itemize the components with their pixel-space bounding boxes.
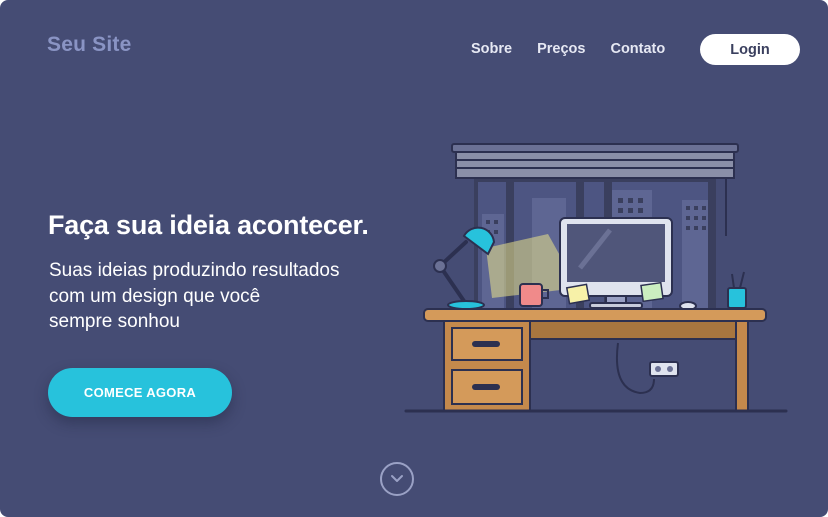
desk [404, 308, 788, 413]
login-button[interactable]: Login [700, 34, 800, 65]
landing-page: Seu Site Sobre Preços Contato Login Faça… [0, 0, 828, 517]
cta-button[interactable]: COMECE AGORA [48, 368, 232, 417]
hero-subtitle-line: Suas ideias produzindo resultados [49, 260, 340, 281]
nav-link-sobre[interactable]: Sobre [471, 41, 512, 57]
site-logo[interactable]: Seu Site [47, 33, 131, 57]
scroll-down-button[interactable] [380, 462, 414, 496]
nav-link-precos[interactable]: Preços [537, 41, 585, 57]
hero-title: Faça sua ideia acontecer. [48, 210, 369, 240]
desk-workspace-illustration [404, 143, 788, 413]
main-nav: Sobre Preços Contato [471, 41, 690, 57]
hero-subtitle: Suas ideias produzindo resultados com um… [49, 258, 409, 335]
hero-subtitle-line: com um design que você [49, 285, 261, 307]
nav-link-contato[interactable]: Contato [610, 41, 665, 57]
chevron-down-icon [391, 475, 403, 482]
computer-monitor [559, 217, 673, 309]
pencil-cup [727, 271, 747, 309]
hero-subtitle-line: sempre sonhou [49, 311, 180, 332]
